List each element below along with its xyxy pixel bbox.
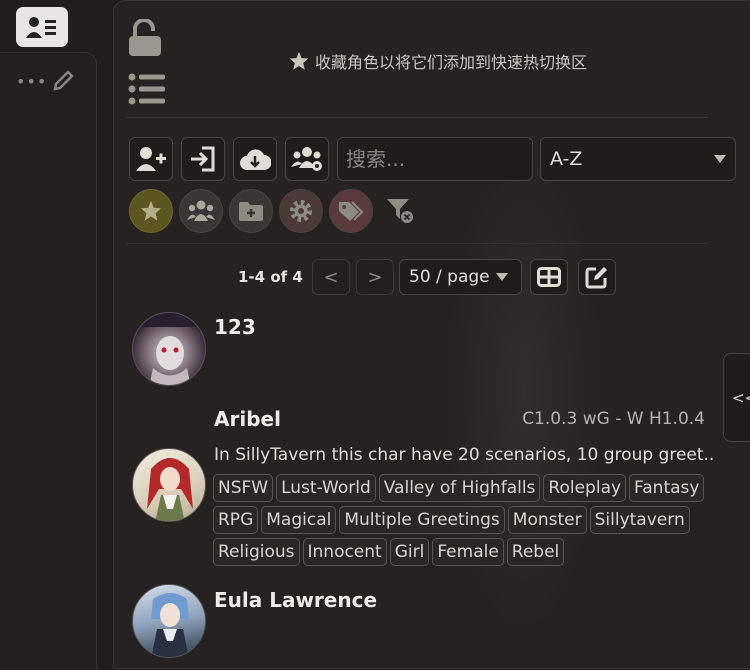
filter-groups-button[interactable] <box>179 189 223 233</box>
tag[interactable]: Fantasy <box>629 474 705 502</box>
filter-folders-button[interactable] <box>229 189 273 233</box>
tag[interactable]: Lust-World <box>276 474 376 502</box>
tag-list: NSFW Lust-World Valley of Highfalls Role… <box>213 474 723 566</box>
gear-icon <box>290 200 312 222</box>
tag[interactable]: Monster <box>507 506 587 534</box>
id-card-icon <box>26 17 56 38</box>
tag[interactable]: Magical <box>261 506 337 534</box>
filter-favorites-button[interactable] <box>129 189 173 233</box>
create-group-icon <box>291 147 322 171</box>
character-portrait <box>147 458 193 521</box>
tag[interactable]: Sillytavern <box>589 506 690 534</box>
character-portrait <box>151 593 189 657</box>
external-import-button[interactable] <box>233 137 277 181</box>
tag[interactable]: Rebel <box>506 538 565 566</box>
sort-select[interactable]: A-Z <box>540 137 736 181</box>
next-page-button[interactable]: > <box>356 259 394 295</box>
star-icon <box>289 51 309 70</box>
grid-view-button[interactable] <box>530 259 568 295</box>
filter-settings-button[interactable] <box>279 189 323 233</box>
avatar[interactable] <box>132 312 206 386</box>
import-character-button[interactable] <box>181 137 225 181</box>
sort-select-value: A-Z <box>550 148 583 170</box>
tag[interactable]: NSFW <box>213 474 274 502</box>
import-icon <box>191 146 215 172</box>
create-group-button[interactable] <box>285 137 329 181</box>
expand-panel-tab[interactable]: << <box>723 353 750 442</box>
character-version: C1.0.3 wG - W H1.0.4 <box>522 409 705 429</box>
prev-page-button[interactable]: < <box>312 259 350 295</box>
users-icon <box>187 200 215 221</box>
tag[interactable]: Innocent <box>302 538 387 566</box>
search-input[interactable] <box>337 137 533 181</box>
character-portrait <box>133 313 205 385</box>
create-character-button[interactable] <box>129 137 173 181</box>
add-character-icon <box>136 147 166 171</box>
pencil-icon[interactable] <box>52 68 76 96</box>
pagination-range: 1-4 of 4 <box>238 268 303 286</box>
star-icon <box>140 200 162 221</box>
edit-icon <box>585 267 607 289</box>
tag[interactable]: Multiple Greetings <box>339 506 505 534</box>
avatar[interactable] <box>132 448 206 522</box>
tag[interactable]: Girl <box>389 538 430 566</box>
tag[interactable]: Valley of Highfalls <box>378 474 541 502</box>
tag[interactable]: RPG <box>213 506 259 534</box>
character-management-button[interactable] <box>16 7 68 47</box>
bulk-edit-button[interactable] <box>578 259 616 295</box>
divider <box>126 243 708 244</box>
left-side-panel <box>0 52 97 670</box>
character-list-panel: 收藏角色以将它们添加到快速热切换区 A-Z <box>113 0 750 669</box>
avatar[interactable] <box>132 584 206 658</box>
folder-plus-icon <box>239 202 263 221</box>
filter-tags-button[interactable] <box>329 189 373 233</box>
tag[interactable]: Religious <box>213 538 300 566</box>
tag[interactable]: Roleplay <box>543 474 627 502</box>
divider <box>126 117 708 118</box>
ellipsis-icon[interactable]: ••• <box>16 72 47 91</box>
chevron-down-icon <box>495 273 508 281</box>
favorites-hint-text: 收藏角色以将它们添加到快速热切换区 <box>315 53 588 72</box>
tag[interactable]: Female <box>432 538 504 566</box>
download-cloud-icon <box>240 149 271 170</box>
character-name[interactable]: 123 <box>214 315 256 339</box>
character-name[interactable]: Eula Lawrence <box>214 588 377 612</box>
table-icon <box>537 267 561 287</box>
tags-icon <box>339 201 364 221</box>
unlock-icon[interactable] <box>128 18 164 61</box>
per-page-select[interactable]: 50 / page <box>399 259 522 295</box>
list-icon[interactable] <box>128 73 166 109</box>
filter-clear-icon[interactable] <box>386 197 416 229</box>
character-description: In SillyTavern this char have 20 scenari… <box>214 445 714 465</box>
character-name[interactable]: Aribel <box>214 407 281 431</box>
per-page-value: 50 / page <box>409 267 490 287</box>
chevron-down-icon <box>714 155 726 163</box>
favorites-hint: 收藏角色以将它们添加到快速热切换区 <box>289 49 587 73</box>
